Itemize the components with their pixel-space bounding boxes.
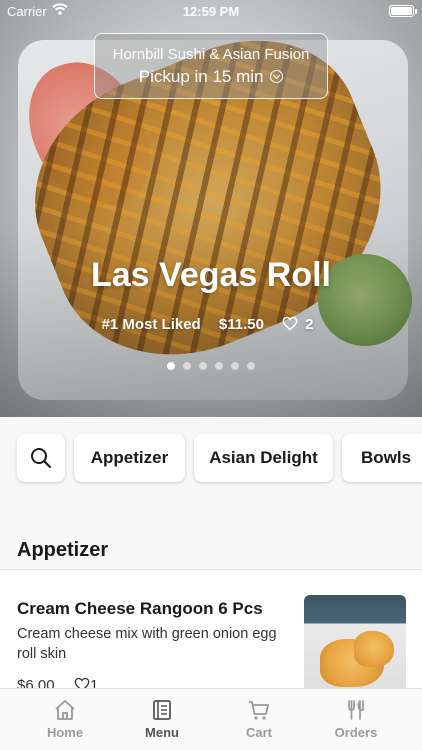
category-chip-bowls[interactable]: Bowls xyxy=(342,434,422,482)
store-name: Hornbill Sushi & Asian Fusion xyxy=(112,46,310,63)
tab-home[interactable]: Home xyxy=(15,689,115,750)
category-bar: Appetizer Asian Delight Bowls xyxy=(0,417,422,517)
tab-menu[interactable]: Menu xyxy=(112,689,212,750)
home-icon xyxy=(55,700,75,720)
featured-badge: #1 Most Liked xyxy=(101,316,201,333)
featured-title: Las Vegas Roll xyxy=(91,256,331,294)
carousel-dot[interactable] xyxy=(215,362,223,370)
category-chip-appetizer[interactable]: Appetizer xyxy=(74,434,185,482)
category-chip-asian-delight[interactable]: Asian Delight xyxy=(194,434,333,482)
carousel-dot[interactable] xyxy=(183,362,191,370)
status-time: 12:59 PM xyxy=(182,4,240,19)
status-bar: Carrier 12:59 PM xyxy=(0,0,422,22)
tab-bar: Home Menu Cart Orders xyxy=(0,688,422,750)
tab-cart[interactable]: Cart xyxy=(209,689,309,750)
battery-icon xyxy=(389,5,414,17)
section-title: Appetizer xyxy=(17,539,109,561)
pickup-time: Pickup in 15 min xyxy=(138,67,264,86)
cart-icon xyxy=(249,701,269,720)
featured-likes: 2 xyxy=(282,316,320,333)
menu-item[interactable]: Cream Cheese Rangoon 6 Pcs Cream cheese … xyxy=(0,571,422,705)
heart-icon xyxy=(282,316,298,331)
featured-hero[interactable]: Hornbill Sushi & Asian Fusion Pickup in … xyxy=(0,0,422,417)
item-description: Cream cheese mix with green onion egg ro… xyxy=(17,626,277,662)
featured-price: $11.50 xyxy=(218,316,264,333)
store-pickup-button[interactable]: Hornbill Sushi & Asian Fusion Pickup in … xyxy=(94,33,328,99)
featured-meta: #1 Most Liked $11.50 2 xyxy=(0,316,422,333)
carousel-dot[interactable] xyxy=(247,362,255,370)
item-name: Cream Cheese Rangoon 6 Pcs xyxy=(17,599,263,618)
chevron-down-icon xyxy=(270,70,284,83)
carousel-dot[interactable] xyxy=(231,362,239,370)
divider xyxy=(0,569,422,570)
carousel-dot[interactable] xyxy=(199,362,207,370)
search-button[interactable] xyxy=(17,434,65,482)
search-icon xyxy=(31,448,52,469)
carousel-dots[interactable] xyxy=(0,357,422,375)
carousel-dot[interactable] xyxy=(167,362,175,370)
tab-orders[interactable]: Orders xyxy=(306,689,406,750)
menu-icon xyxy=(153,700,171,720)
orders-icon xyxy=(348,700,364,720)
